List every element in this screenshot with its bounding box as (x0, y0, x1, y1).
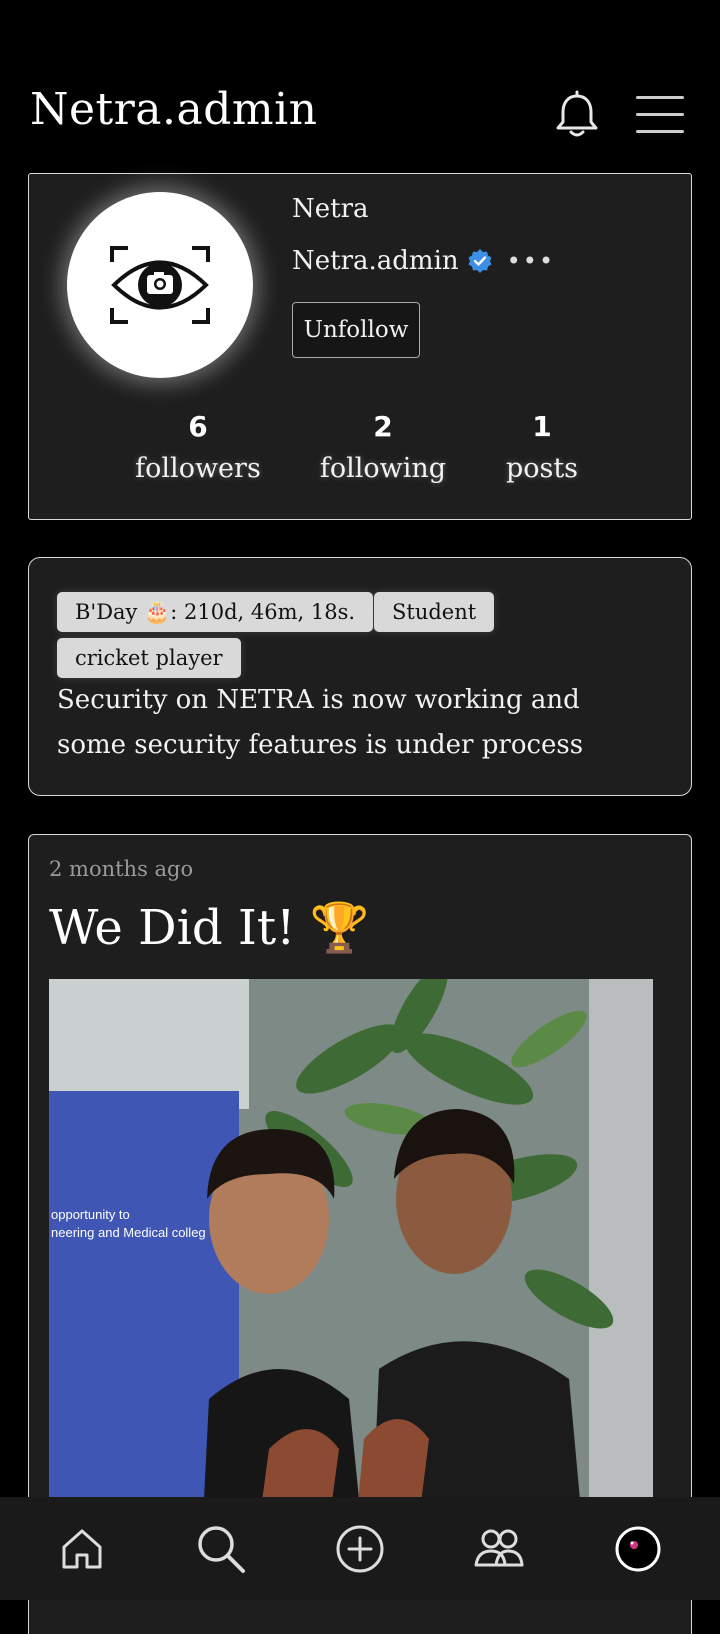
following-label: following (319, 453, 447, 484)
followers-label: followers (135, 453, 261, 484)
student-badge: Student (374, 592, 495, 632)
verified-badge-icon (468, 249, 492, 273)
profile-avatar-icon[interactable] (608, 1519, 668, 1579)
home-icon[interactable] (52, 1519, 112, 1579)
bio-text: Security on NETRA is now working and som… (57, 685, 584, 760)
cricket-player-badge: cricket player (57, 638, 241, 678)
bio-card: B'Day 🎂: 210d, 46m, 18s. Student cricket… (28, 557, 692, 796)
username: Netra.admin (292, 246, 459, 276)
app-title: Netra.admin (30, 84, 318, 135)
add-circle-icon[interactable] (330, 1519, 390, 1579)
people-icon[interactable] (469, 1519, 529, 1579)
post-title-text: We Did It! (49, 899, 296, 956)
search-icon[interactable] (191, 1519, 251, 1579)
display-name: Netra (292, 194, 369, 224)
eye-camera-logo-icon (110, 246, 210, 324)
banner-text-line1: opportunity to (51, 1207, 130, 1222)
posts-stat[interactable]: 1 posts (457, 410, 627, 484)
menu-icon[interactable] (636, 96, 684, 134)
trophy-icon: 🏆 (309, 900, 370, 956)
bell-icon[interactable] (554, 90, 600, 140)
avatar (67, 192, 253, 378)
posts-count: 1 (532, 410, 552, 443)
following-stat[interactable]: 2 following (298, 410, 468, 484)
posts-label: posts (505, 453, 579, 484)
post-title: We Did It! 🏆 (49, 899, 370, 957)
unfollow-button[interactable]: Unfollow (292, 302, 420, 358)
top-header: Netra.admin (0, 0, 720, 170)
profile-card: Netra Netra.admin ••• Unfollow 6 followe… (28, 173, 692, 520)
post-timestamp: 2 months ago (49, 857, 194, 881)
username-row: Netra.admin ••• (292, 246, 555, 276)
birthday-badge: B'Day 🎂: 210d, 46m, 18s. (57, 592, 374, 632)
followers-count: 6 (188, 410, 208, 443)
bottom-navigation (0, 1497, 720, 1600)
followers-stat[interactable]: 6 followers (113, 410, 283, 484)
more-options-button[interactable]: ••• (507, 247, 555, 275)
following-count: 2 (373, 410, 393, 443)
banner-text-line2: neering and Medical colleg (51, 1225, 206, 1240)
